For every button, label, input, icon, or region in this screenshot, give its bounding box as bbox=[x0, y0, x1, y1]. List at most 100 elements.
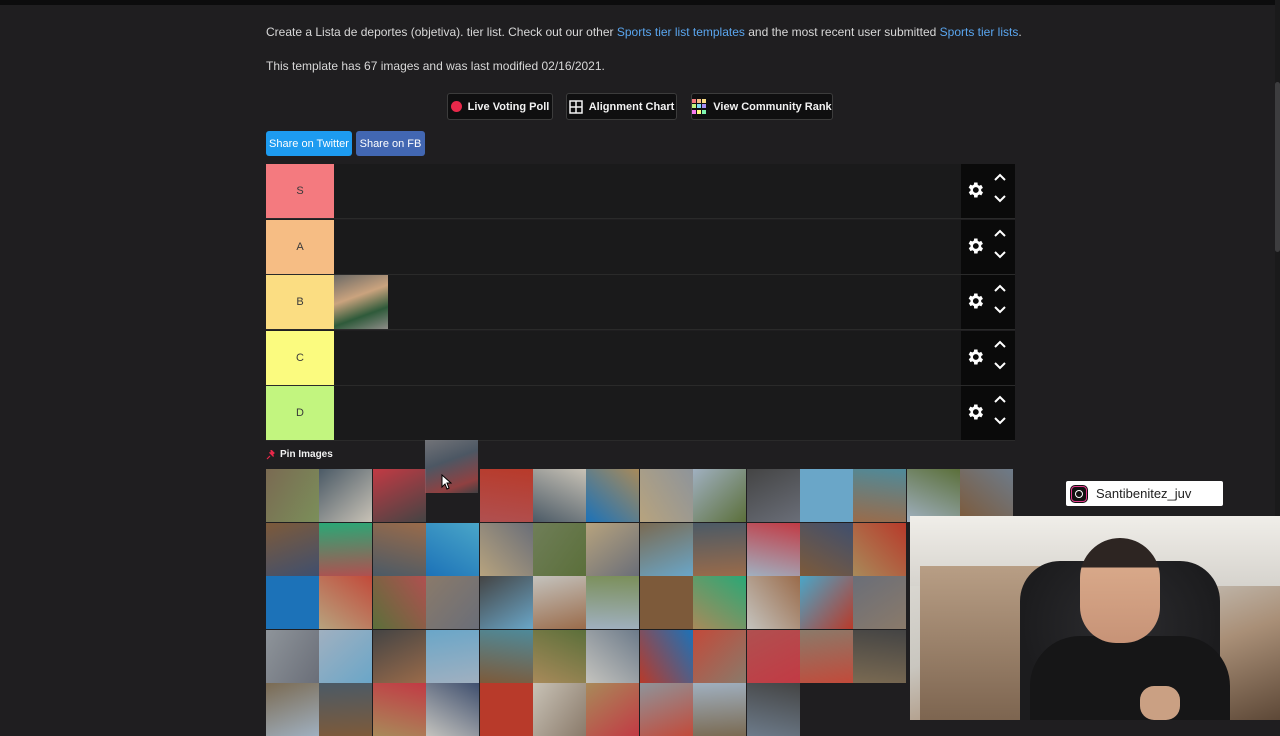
tier-drop-zone[interactable] bbox=[334, 386, 961, 440]
pool-image-volleyball[interactable] bbox=[693, 683, 747, 736]
pool-image-billiards[interactable] bbox=[800, 469, 853, 522]
webcam-person-arm bbox=[1140, 686, 1180, 720]
pool-image-marathon[interactable] bbox=[266, 629, 319, 683]
pool-image-scuba-diving[interactable] bbox=[266, 522, 319, 576]
tier-label[interactable]: D bbox=[266, 386, 334, 440]
pool-image-handball[interactable] bbox=[586, 469, 640, 522]
pool-image-gymnastics[interactable] bbox=[319, 683, 373, 736]
gear-icon[interactable] bbox=[965, 236, 985, 256]
move-down-icon[interactable] bbox=[993, 305, 1007, 315]
tier-drop-zone[interactable] bbox=[334, 164, 961, 218]
tier-label-text: B bbox=[296, 296, 304, 308]
tier-drop-zone[interactable] bbox=[334, 219, 961, 274]
move-down-icon[interactable] bbox=[993, 194, 1007, 204]
pool-image-shooting[interactable] bbox=[639, 683, 693, 736]
pool-image-running-shoes[interactable] bbox=[479, 469, 533, 522]
pool-image-military[interactable] bbox=[693, 522, 747, 576]
pool-image-rugby[interactable] bbox=[693, 469, 747, 522]
grid-icon bbox=[568, 99, 583, 114]
view-community-rank-button[interactable]: View Community Rank bbox=[691, 93, 833, 120]
pool-image-falconry[interactable] bbox=[746, 522, 800, 576]
pool-image-synchronized-swimming[interactable] bbox=[319, 629, 373, 683]
move-up-icon[interactable] bbox=[993, 172, 1007, 182]
move-up-icon[interactable] bbox=[993, 283, 1007, 293]
pool-image-climbing[interactable] bbox=[426, 629, 480, 683]
pool-image-baseball[interactable] bbox=[746, 469, 800, 522]
tier-drop-zone[interactable] bbox=[334, 330, 961, 385]
pool-image-parkour[interactable] bbox=[426, 683, 480, 736]
pool-image-surfing-wave[interactable] bbox=[533, 683, 586, 736]
pool-image-chess[interactable] bbox=[319, 469, 373, 522]
tier-label[interactable]: S bbox=[266, 164, 334, 218]
pool-image-snowboard[interactable] bbox=[479, 576, 533, 629]
share-facebook-button[interactable]: Share on FB bbox=[356, 131, 425, 156]
pool-image-archery[interactable] bbox=[746, 629, 800, 683]
pool-image-beach-tennis[interactable] bbox=[639, 629, 693, 683]
pool-image-horse-riding[interactable] bbox=[853, 522, 907, 576]
gear-icon[interactable] bbox=[965, 402, 985, 422]
pool-image-american-football[interactable] bbox=[586, 576, 640, 629]
scrollbar-thumb[interactable] bbox=[1275, 82, 1280, 252]
pool-image-surfing[interactable] bbox=[372, 629, 426, 683]
share-twitter-button[interactable]: Share on Twitter bbox=[266, 131, 352, 156]
move-down-icon[interactable] bbox=[993, 361, 1007, 371]
pool-image-bowling[interactable] bbox=[906, 469, 960, 522]
move-down-icon[interactable] bbox=[993, 250, 1007, 260]
pool-image-basketball-hoop[interactable] bbox=[639, 469, 693, 522]
move-up-icon[interactable] bbox=[993, 228, 1007, 238]
instagram-icon bbox=[1070, 484, 1088, 503]
tier-drop-zone[interactable] bbox=[334, 275, 961, 329]
pool-image-canoe[interactable] bbox=[426, 522, 480, 576]
live-voting-poll-button[interactable]: Live Voting Poll bbox=[447, 93, 553, 120]
tier-label[interactable]: C bbox=[266, 330, 334, 385]
pool-image-skateboard[interactable] bbox=[586, 683, 640, 736]
pool-image-motorcycle[interactable] bbox=[586, 522, 640, 576]
pool-image-aerobics[interactable] bbox=[372, 683, 426, 736]
gear-icon[interactable] bbox=[965, 180, 985, 200]
pool-image-badminton[interactable] bbox=[533, 469, 586, 522]
pool-image-cricket[interactable] bbox=[266, 576, 319, 629]
pool-image-golf[interactable] bbox=[693, 576, 747, 629]
move-down-icon[interactable] bbox=[993, 416, 1007, 426]
pool-image-table-tennis[interactable] bbox=[800, 629, 853, 683]
pool-image-diving[interactable] bbox=[533, 629, 586, 683]
alignment-chart-button[interactable]: Alignment Chart bbox=[566, 93, 677, 120]
gear-icon[interactable] bbox=[965, 347, 985, 367]
sports-templates-link[interactable]: Sports tier list templates bbox=[617, 25, 745, 39]
gear-icon[interactable] bbox=[965, 291, 985, 311]
pool-image-rowing[interactable] bbox=[853, 629, 907, 683]
pool-image-frisbee[interactable] bbox=[266, 683, 319, 736]
move-up-icon[interactable] bbox=[993, 394, 1007, 404]
pool-image-motorsport[interactable] bbox=[533, 522, 586, 576]
pool-image-kayak[interactable] bbox=[372, 522, 426, 576]
tier-label[interactable]: A bbox=[266, 219, 334, 274]
pool-image-sumo[interactable] bbox=[479, 683, 533, 736]
pool-image-water-polo[interactable] bbox=[746, 683, 800, 736]
pool-image-inline-skating[interactable] bbox=[586, 629, 640, 683]
pool-image-police[interactable] bbox=[853, 469, 907, 522]
pin-images-toggle[interactable]: Pin Images bbox=[266, 449, 333, 460]
pool-image-fencing[interactable] bbox=[533, 576, 586, 629]
tier-list: S A B C D bbox=[266, 164, 1015, 442]
pool-image-cycling[interactable] bbox=[800, 522, 853, 576]
pool-image-athletics[interactable] bbox=[800, 576, 853, 629]
pool-image-esports[interactable] bbox=[372, 576, 426, 629]
pool-image-horse-racing[interactable] bbox=[426, 576, 480, 629]
mma-fighter-image[interactable] bbox=[334, 275, 388, 329]
pool-image-hang-gliding[interactable] bbox=[372, 469, 426, 522]
sports-tier-lists-link[interactable]: Sports tier lists bbox=[940, 25, 1019, 39]
pool-image-soccer[interactable] bbox=[639, 576, 693, 629]
move-up-icon[interactable] bbox=[993, 339, 1007, 349]
pool-image-camping[interactable] bbox=[319, 522, 373, 576]
tier-label[interactable]: B bbox=[266, 275, 334, 329]
pool-image-soldiers[interactable] bbox=[266, 469, 319, 522]
pool-image-tai-chi[interactable] bbox=[693, 629, 747, 683]
pool-image-camels[interactable] bbox=[479, 522, 533, 576]
pool-image-hockey[interactable] bbox=[746, 576, 800, 629]
pool-image-bodybuilding[interactable] bbox=[319, 576, 373, 629]
pool-image-hunting[interactable] bbox=[479, 629, 533, 683]
pool-image-skydiving[interactable] bbox=[639, 522, 693, 576]
pool-image-boxing[interactable] bbox=[960, 469, 1014, 522]
pool-image-javelin[interactable] bbox=[853, 576, 907, 629]
live-voting-label: Live Voting Poll bbox=[467, 100, 550, 113]
